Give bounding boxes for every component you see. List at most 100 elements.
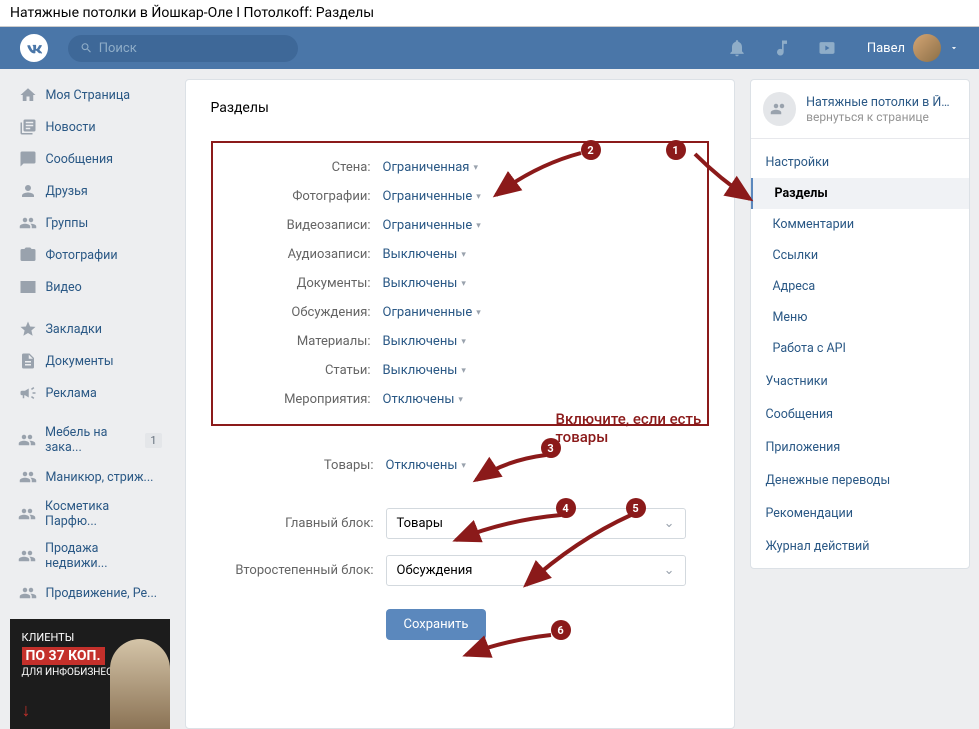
group-title: Натяжные потолки в Йо...	[806, 95, 956, 110]
setting-label: Документы:	[218, 276, 383, 291]
annotation-badge-6: 6	[551, 620, 571, 640]
vk-logo[interactable]	[20, 34, 48, 62]
header: Павел	[0, 27, 979, 69]
nav-label: Видео	[46, 280, 82, 295]
setting-label: Статьи:	[218, 363, 383, 378]
right-menu-item[interactable]: Меню	[751, 302, 969, 333]
right-panel: Натяжные потолки в Йо... вернуться к стр…	[750, 79, 970, 729]
nav-item[interactable]: Закладки	[10, 313, 170, 345]
search-input[interactable]	[99, 41, 286, 56]
settings-box: Стена:Ограниченная▾Фотографии:Ограниченн…	[211, 141, 709, 426]
right-menu-item[interactable]: Сообщения	[751, 397, 969, 430]
nav-label: Группы	[46, 216, 89, 231]
photos-icon	[18, 245, 38, 265]
nav-badge: 1	[145, 433, 161, 448]
nav-label: Маникюр, стриж...	[46, 470, 154, 485]
nav-item[interactable]: Продвижение, Ре...	[10, 577, 170, 609]
right-menu-item[interactable]: Журнал действий	[751, 529, 969, 562]
right-menu-item[interactable]: Разделы	[751, 178, 969, 209]
nav-label: Друзья	[46, 184, 88, 199]
nav-item[interactable]: Моя Страница	[10, 79, 170, 111]
nav-item[interactable]: Реклама	[10, 377, 170, 409]
annotation-badge-4: 4	[556, 498, 576, 518]
music-icon[interactable]	[772, 38, 792, 58]
search-box[interactable]	[68, 35, 298, 62]
ads-icon	[18, 383, 38, 403]
ad-block[interactable]: КЛИЕНТЫ ПО 37 КОП. ДЛЯ ИНФОБИЗНЕСА ↓	[10, 619, 170, 729]
setting-value[interactable]: Выключены▾	[383, 363, 466, 378]
right-menu-item[interactable]: Комментарии	[751, 209, 969, 240]
nav-item[interactable]: Новости	[10, 111, 170, 143]
ad-highlight: ПО 37 КОП.	[22, 647, 105, 665]
messages-icon	[18, 149, 38, 169]
setting-value[interactable]: Ограниченные▾	[383, 218, 481, 233]
nav-item[interactable]: Косметика Парфю...	[10, 493, 170, 535]
right-menu-item[interactable]: Рекомендации	[751, 496, 969, 529]
nav-item[interactable]: Видео	[10, 271, 170, 303]
group-return[interactable]: Натяжные потолки в Йо... вернуться к стр…	[751, 80, 969, 139]
secondary-block-label: Второстепенный блок:	[211, 563, 386, 578]
annotation-text: Включите, если есть товары	[556, 410, 706, 446]
setting-value[interactable]: Ограниченные▾	[383, 189, 481, 204]
setting-label: Мероприятия:	[218, 392, 383, 407]
notifications-icon[interactable]	[727, 38, 747, 58]
group-icon	[18, 467, 38, 487]
right-menu-item[interactable]: Участники	[751, 364, 969, 397]
search-icon	[80, 41, 93, 55]
group-avatar-icon	[763, 92, 797, 126]
setting-value[interactable]: Выключены▾	[383, 276, 466, 291]
setting-value[interactable]: Ограниченная▾	[383, 160, 478, 175]
content: Разделы 2 1 3 4 5 6 Включите, если есть …	[185, 79, 735, 729]
bookmark-icon	[18, 319, 38, 339]
setting-label: Стена:	[218, 160, 383, 175]
nav-label: Сообщения	[46, 152, 114, 167]
group-icon	[18, 583, 38, 603]
nav-label: Косметика Парфю...	[45, 499, 161, 529]
docs-icon	[18, 351, 38, 371]
news-icon	[18, 117, 38, 137]
right-menu-item[interactable]: Приложения	[751, 430, 969, 463]
video-play-icon[interactable]	[817, 38, 837, 58]
setting-value[interactable]: Выключены▾	[383, 247, 466, 262]
nav-item[interactable]: Маникюр, стриж...	[10, 461, 170, 493]
nav-item[interactable]: Мебель на зака...1	[10, 419, 170, 461]
save-button[interactable]: Сохранить	[386, 609, 487, 640]
products-label: Товары:	[211, 458, 386, 473]
main-block-label: Главный блок:	[211, 516, 386, 531]
setting-label: Фотографии:	[218, 189, 383, 204]
annotation-badge-1: 1	[666, 140, 686, 160]
right-menu-item[interactable]: Работа с API	[751, 333, 969, 364]
groups-icon	[18, 213, 38, 233]
secondary-block-select[interactable]: Обсуждения⌄	[386, 555, 686, 586]
nav-item[interactable]: Сообщения	[10, 143, 170, 175]
nav-item[interactable]: Продажа недвижи...	[10, 535, 170, 577]
user-name: Павел	[867, 41, 905, 56]
setting-value[interactable]: Выключены▾	[383, 334, 466, 349]
group-return-link: вернуться к странице	[806, 110, 956, 124]
right-menu-item[interactable]: Денежные переводы	[751, 463, 969, 496]
setting-value[interactable]: Отключены▾	[383, 392, 463, 407]
products-value[interactable]: Отключены▾	[386, 458, 466, 473]
video-icon	[18, 277, 38, 297]
nav-label: Реклама	[46, 386, 97, 401]
right-menu-item[interactable]: Настройки	[751, 145, 969, 178]
right-menu-item[interactable]: Адреса	[751, 271, 969, 302]
nav-item[interactable]: Группы	[10, 207, 170, 239]
nav-item[interactable]: Документы	[10, 345, 170, 377]
nav-item[interactable]: Друзья	[10, 175, 170, 207]
annotation-badge-2: 2	[581, 140, 601, 160]
nav-label: Документы	[46, 354, 114, 369]
nav-label: Продвижение, Ре...	[46, 586, 158, 601]
home-icon	[18, 85, 38, 105]
nav-label: Новости	[46, 120, 96, 135]
nav-item[interactable]: Фотографии	[10, 239, 170, 271]
friends-icon	[18, 181, 38, 201]
annotation-badge-5: 5	[626, 498, 646, 518]
nav-label: Мебель на зака...	[45, 425, 145, 455]
user-menu[interactable]: Павел	[867, 34, 959, 62]
left-nav: Моя Страница Новости Сообщения Друзья Группы…	[10, 79, 170, 729]
setting-value[interactable]: Ограниченные▾	[383, 305, 481, 320]
nav-label: Продажа недвижи...	[45, 541, 161, 571]
right-menu-item[interactable]: Ссылки	[751, 240, 969, 271]
setting-label: Материалы:	[218, 334, 383, 349]
